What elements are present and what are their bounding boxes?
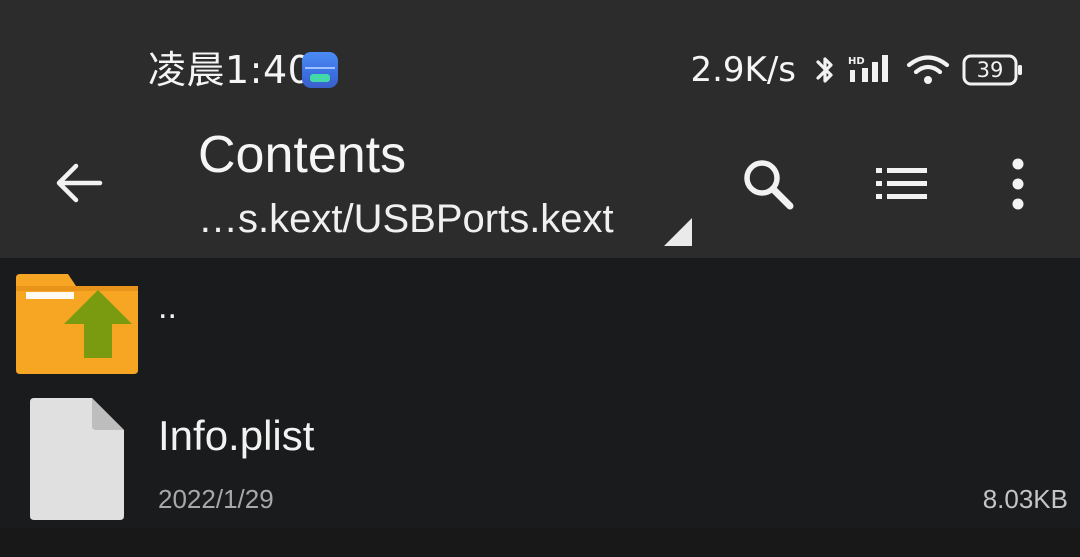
- battery-icon: 39: [962, 54, 1024, 86]
- list-view-button[interactable]: [866, 148, 938, 220]
- status-bar: 凌晨1:40 2.9K/s HD 39: [0, 0, 1080, 118]
- status-time: 凌晨1:40: [148, 48, 313, 92]
- more-options-button[interactable]: [982, 148, 1054, 220]
- more-vert-icon: [1012, 158, 1024, 210]
- hd-signal-icon: HD: [848, 53, 894, 87]
- back-arrow-icon: [56, 163, 103, 203]
- file-list: .. Info.plist 2022/1/29 8.03KB: [0, 258, 1080, 528]
- bluetooth-icon: [814, 53, 836, 87]
- page-title: Contents: [198, 126, 407, 184]
- list-item-parent[interactable]: ..: [0, 258, 1080, 384]
- folder-up-icon: [16, 274, 138, 374]
- svg-text:HD: HD: [848, 56, 865, 67]
- file-icon: [30, 398, 124, 520]
- file-size: 8.03KB: [982, 484, 1068, 514]
- app-notification-icon: [302, 52, 338, 88]
- path-dropdown-corner-icon[interactable]: [664, 218, 692, 246]
- list-view-icon: [876, 168, 927, 199]
- app-bar: Contents …s.kext/USBPorts.kext: [0, 118, 1080, 258]
- search-icon: [744, 160, 794, 210]
- network-speed: 2.9K/s: [690, 50, 796, 90]
- back-button[interactable]: [44, 148, 114, 218]
- search-button[interactable]: [732, 148, 804, 220]
- current-path[interactable]: …s.kext/USBPorts.kext: [198, 192, 614, 246]
- wifi-icon: [906, 54, 950, 86]
- file-name: ..: [158, 288, 177, 326]
- file-name: Info.plist: [158, 412, 315, 459]
- list-item-file[interactable]: Info.plist 2022/1/29 8.03KB: [0, 384, 1080, 528]
- file-date: 2022/1/29: [158, 484, 274, 514]
- status-right-group: 2.9K/s HD 39: [690, 46, 1024, 94]
- battery-level: 39: [976, 58, 1004, 82]
- bottom-strip: [0, 528, 1080, 557]
